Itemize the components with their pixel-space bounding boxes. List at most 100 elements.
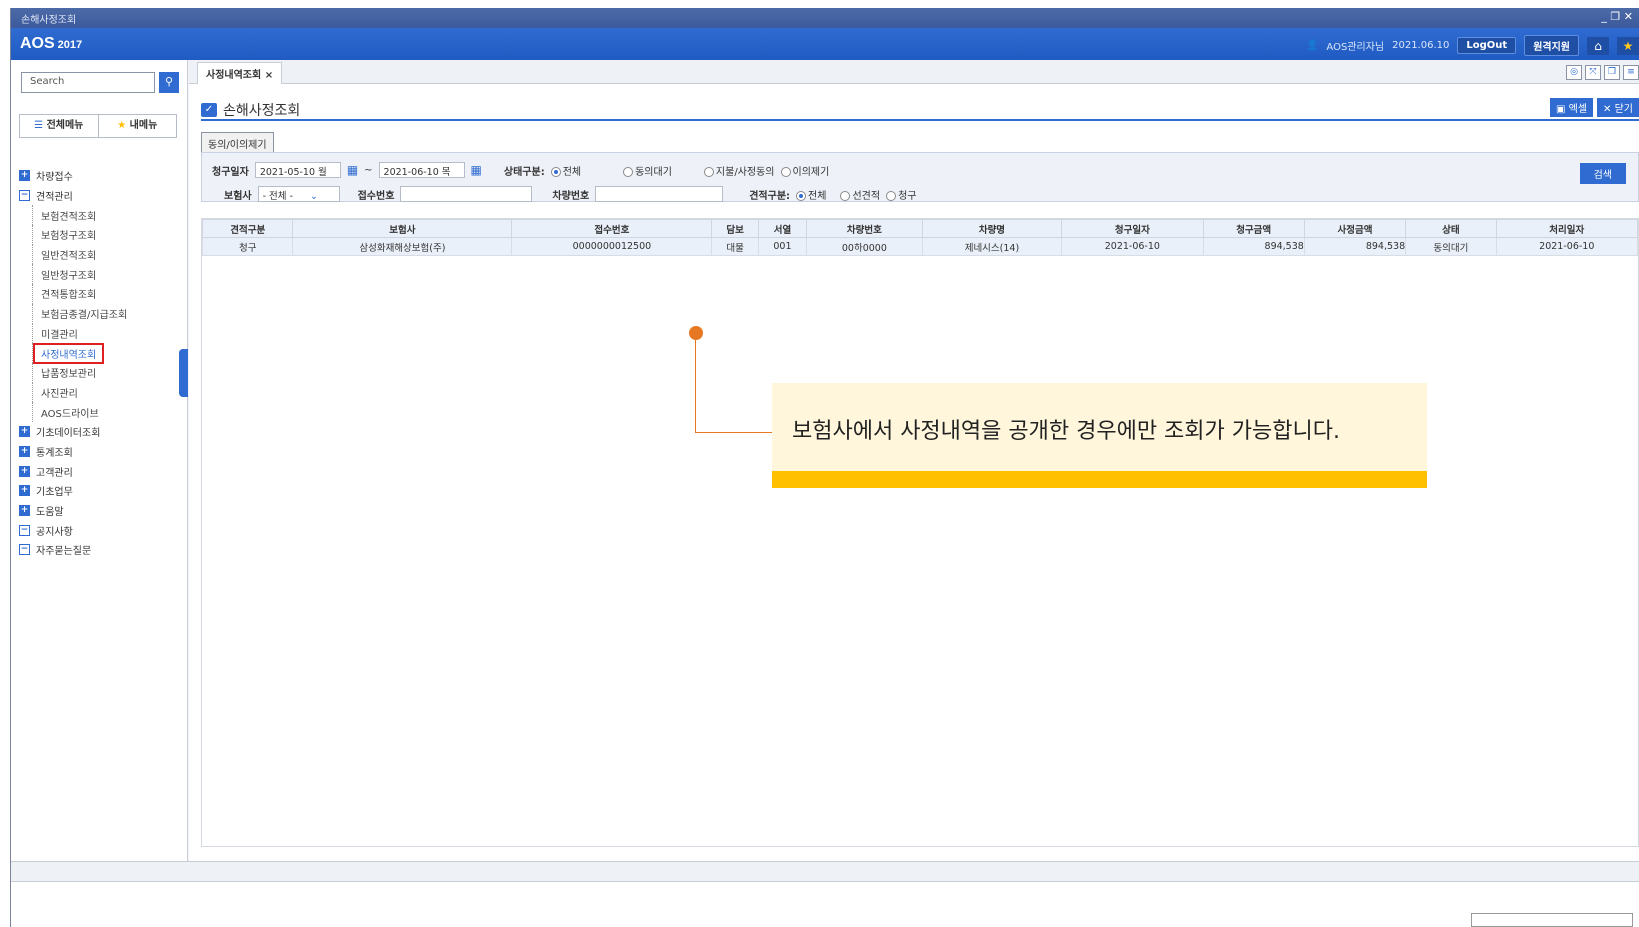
expand-icon[interactable]: + <box>19 485 30 497</box>
insurer-select[interactable]: - 전체 - ⌄ <box>257 186 340 202</box>
refresh-icon[interactable]: ◎ <box>1566 65 1582 80</box>
collapse-icon[interactable]: − <box>19 544 30 556</box>
result-grid: 견적구분 보험사 접수번호 담보 서열 차량번호 차량명 청구일자 청구금액 사정금액 상태 처리일자… <box>201 218 1639 847</box>
tab-bar: 사정내역조회 × ◎ ⤧ ❐ ≡ <box>189 60 1639 84</box>
sidebar-item[interactable]: + 도움말 <box>19 501 184 521</box>
app-header: AOS 2017 👤 AOS관리자님 2021.06.10 LogOut 원격지원… <box>11 28 1639 60</box>
column-header[interactable]: 사정금액 <box>1303 219 1407 238</box>
est-radio-claim[interactable]: 청구 <box>886 187 916 202</box>
status-radio-pending[interactable]: 동의대기 <box>623 163 672 178</box>
calendar-icon[interactable]: ▦ <box>471 163 482 177</box>
sidebar-item[interactable]: + 차량접수 <box>19 166 184 186</box>
excel-button[interactable]: ▣ 엑셀 <box>1549 98 1594 117</box>
est-radio-all[interactable]: 전체 <box>796 187 826 202</box>
collapse-icon[interactable]: − <box>19 524 30 536</box>
sidebar-item[interactable]: 보험금종결/지급조회 <box>19 303 184 324</box>
menu-icon[interactable]: ≡ <box>1623 65 1639 80</box>
sidebar-item[interactable]: 사정내역조회 <box>19 342 184 364</box>
column-header[interactable]: 접수번호 <box>511 219 713 238</box>
sidebar-item[interactable]: + 기초업무 <box>19 481 184 501</box>
status-radio-objection[interactable]: 이의제기 <box>780 163 829 178</box>
sidebar-item[interactable]: 납품정보관리 <box>19 362 184 383</box>
home-icon[interactable]: ⌂ <box>1587 36 1609 55</box>
sidebar-item[interactable]: 사진관리 <box>19 382 184 403</box>
est-radio-pre[interactable]: 선견적 <box>840 187 880 202</box>
date-label: 청구일자 <box>212 166 249 178</box>
sidebar-item-label: 통계조회 <box>36 447 73 459</box>
date-to-input[interactable]: 2021-06-10 목 <box>378 162 465 178</box>
expand-icon[interactable]: + <box>19 465 30 477</box>
column-header[interactable]: 서열 <box>757 219 808 238</box>
menu-tabs: ☰ 전체메뉴 ★ 내메뉴 <box>19 114 177 138</box>
expand-icon[interactable]: + <box>19 170 30 182</box>
star-icon[interactable]: ★ <box>1617 36 1639 55</box>
sidebar: Search ⚲ ☰ 전체메뉴 ★ 내메뉴 + 차량접수 − 견적관리 보험견적조회보험… <box>11 60 188 861</box>
column-header[interactable]: 견적구분 <box>201 219 294 238</box>
calendar-icon[interactable]: ▦ <box>347 163 358 177</box>
maximize-icon[interactable]: ⤧ <box>1585 65 1601 80</box>
sidebar-item-label: 자주묻는질문 <box>36 546 92 558</box>
sidebar-collapse-handle[interactable] <box>179 349 188 397</box>
column-header[interactable]: 청구금액 <box>1202 219 1305 238</box>
sidebar-item-label: 도움말 <box>36 507 64 519</box>
tab-all-menu[interactable]: ☰ 전체메뉴 <box>20 115 99 137</box>
car-number-input[interactable] <box>595 186 724 202</box>
table-cell: 894,538 <box>1303 237 1407 256</box>
table-row[interactable]: 청구 삼성화재해상보험(주) 0000000012500 대물 001 00하0000 제네… <box>201 237 1639 256</box>
receipt-input[interactable] <box>400 186 533 202</box>
status-radio-agreed[interactable]: 지불/사정동의 <box>703 163 775 178</box>
tab-tools: ◎ ⤧ ❐ ≡ <box>1566 65 1639 80</box>
table-cell: 00하0000 <box>806 237 923 256</box>
search-icon[interactable]: ⚲ <box>159 72 179 93</box>
sidebar-item[interactable]: + 고객관리 <box>19 461 184 481</box>
close-icon[interactable]: × <box>265 70 273 81</box>
expand-icon[interactable]: + <box>19 505 30 517</box>
sidebar-item-label: 고객관리 <box>36 467 73 479</box>
sidebar-item[interactable]: 견적통합조회 <box>19 284 184 304</box>
search-input[interactable]: Search <box>21 72 155 93</box>
chevron-down-icon: ⌄ <box>310 191 318 202</box>
expand-icon[interactable]: + <box>19 445 30 457</box>
sidebar-item[interactable]: 일반청구조회 <box>19 264 184 284</box>
search-button[interactable]: 검색 <box>1579 163 1626 184</box>
sidebar-item-label: 공지사항 <box>36 526 73 538</box>
table-cell: 2021-06-10 <box>1495 237 1639 256</box>
window-controls[interactable]: _ ❐ ✕ <box>1601 10 1633 23</box>
column-header[interactable]: 상태 <box>1405 219 1497 238</box>
date-from-input[interactable]: 2021-05-10 월 <box>254 162 341 178</box>
sidebar-item[interactable]: AOS드라이브 <box>19 402 184 422</box>
restore-icon[interactable]: ❐ <box>1604 65 1620 80</box>
sidebar-item[interactable]: 보험견적조회 <box>19 205 184 225</box>
expand-icon[interactable]: + <box>19 426 30 438</box>
sidebar-item[interactable]: 일반견적조회 <box>19 244 184 265</box>
menu-tree: + 차량접수 − 견적관리 보험견적조회보험청구조회 일반견적조회 일반청구조회 견적통합조회… <box>19 166 184 560</box>
tab-my-menu[interactable]: ★ 내메뉴 <box>99 115 177 137</box>
sidebar-item-label: 보험청구조회 <box>41 231 97 243</box>
table-cell: 제네시스(14) <box>921 237 1063 256</box>
sidebar-item[interactable]: + 기초데이터조회 <box>19 422 184 442</box>
column-header[interactable]: 차량번호 <box>806 219 923 238</box>
column-header[interactable]: 담보 <box>711 219 759 238</box>
column-header[interactable]: 청구일자 <box>1061 219 1204 238</box>
column-header[interactable]: 처리일자 <box>1495 219 1639 238</box>
logout-button[interactable]: LogOut <box>1457 37 1517 54</box>
title-divider <box>201 119 1639 121</box>
estimate-type-label: 견적구분: <box>749 190 791 202</box>
annotation-line <box>695 432 773 433</box>
chevron-down-icon: ✓ <box>201 103 217 117</box>
user-name: AOS관리자님 <box>1326 42 1385 53</box>
close-button[interactable]: ✕ 닫기 <box>1597 98 1639 117</box>
collapse-icon[interactable]: − <box>19 190 30 202</box>
sidebar-item[interactable]: − 공지사항 <box>19 520 184 540</box>
column-header[interactable]: 보험사 <box>292 219 513 238</box>
sidebar-item[interactable]: − 견적관리 <box>19 186 184 206</box>
sidebar-item[interactable]: 미결관리 <box>19 323 184 344</box>
sidebar-item[interactable]: − 자주묻는질문 <box>19 540 184 560</box>
sidebar-item-label: 기초데이터조회 <box>36 428 101 440</box>
sidebar-item[interactable]: + 통계조회 <box>19 442 184 462</box>
status-radio-all[interactable]: 전체 <box>550 163 581 178</box>
tab-claim-details[interactable]: 사정내역조회 × <box>197 62 283 84</box>
remote-support-button[interactable]: 원격지원 <box>1524 35 1579 56</box>
column-header[interactable]: 차량명 <box>921 219 1063 238</box>
sidebar-item[interactable]: 보험청구조회 <box>19 225 184 245</box>
